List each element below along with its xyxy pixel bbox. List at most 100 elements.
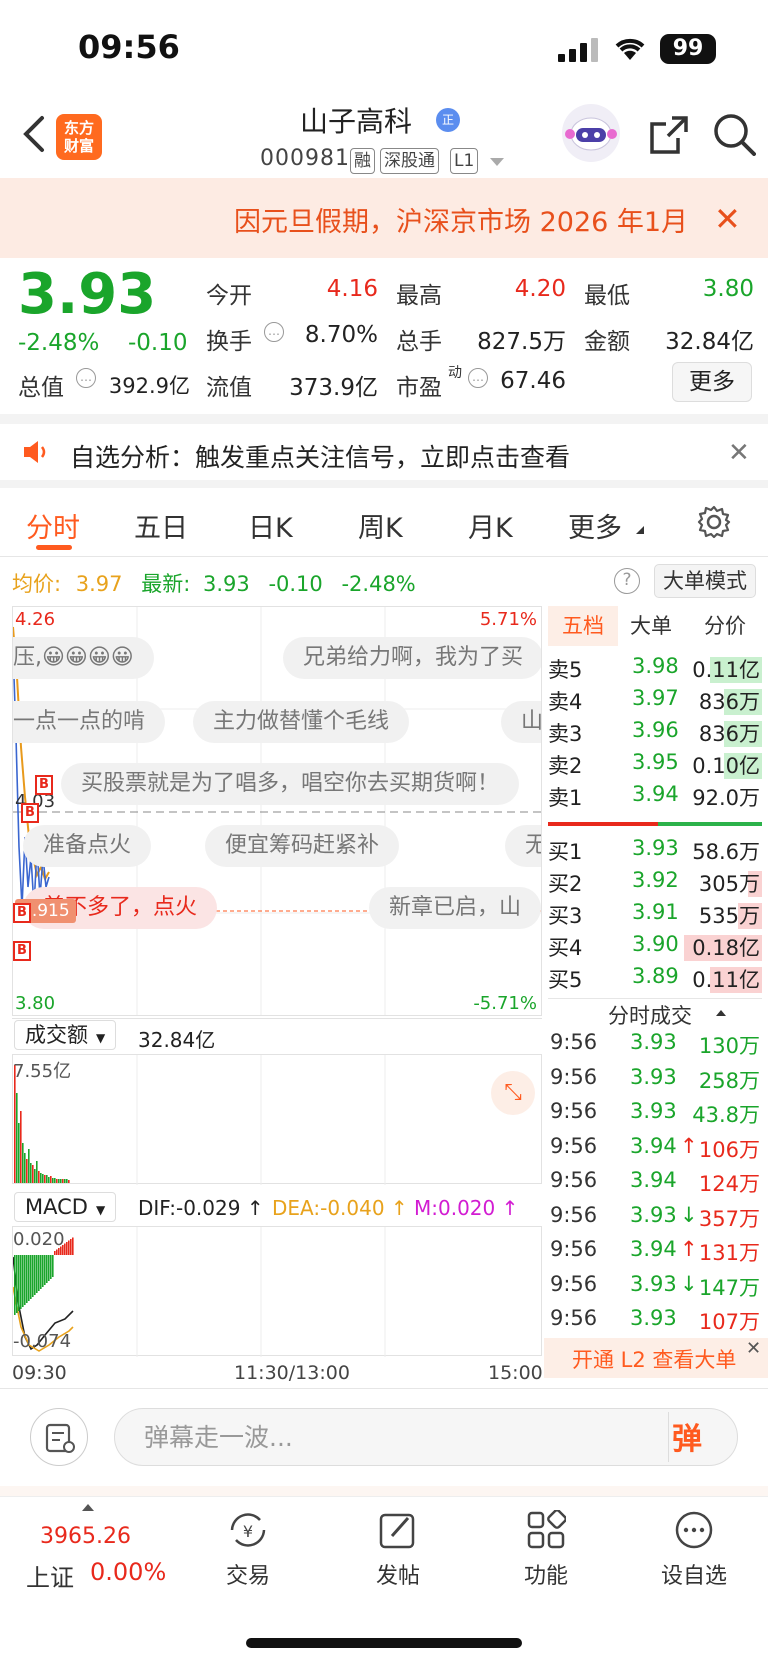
index-expand-icon[interactable] xyxy=(82,1504,94,1511)
ask-label: 卖4 xyxy=(548,690,583,714)
danmu-send-button[interactable]: 弹 xyxy=(672,1414,722,1460)
tab-price-distribution[interactable]: 分价 xyxy=(704,606,746,646)
macd-indicator-label: MACD xyxy=(25,1195,88,1219)
macd-chart[interactable]: 0.020 -0.074 xyxy=(12,1226,542,1357)
notice-close-icon[interactable]: ✕ xyxy=(728,438,750,468)
volume-indicator-select[interactable]: 成交额 ▼ xyxy=(14,1020,117,1050)
post-edit-icon[interactable] xyxy=(378,1510,418,1550)
ask-volume: 836万 xyxy=(698,722,760,746)
tick-price: 3.93 xyxy=(630,1030,677,1054)
bid-price: 3.93 xyxy=(632,836,679,860)
bid-label: 买3 xyxy=(548,904,583,928)
nav-functions[interactable]: 功能 xyxy=(504,1558,588,1590)
notice-text[interactable]: 自选分析：触发重点关注信号，立即点击查看 xyxy=(70,438,570,474)
ask-row: 卖4 3.97 836万 xyxy=(548,686,762,718)
gear-icon[interactable] xyxy=(696,504,732,540)
bid-price: 3.90 xyxy=(632,932,679,956)
macd-indicator-select[interactable]: MACD ▼ xyxy=(14,1192,117,1222)
back-arrow-icon[interactable] xyxy=(18,112,50,156)
bid-price: 3.92 xyxy=(632,868,679,892)
banner-text: 因元旦假期，沪深京市场 2026 年1月 xyxy=(234,207,689,238)
tick-list-collapse-icon[interactable] xyxy=(716,1010,726,1016)
logo-line2: 财富 xyxy=(63,137,94,155)
index-change[interactable]: 0.00% xyxy=(90,1558,166,1586)
intraday-chart[interactable]: 4.26 5.71% 4.03 3.80 -5.71% 压,😀😀😀😀 兄弟给力啊… xyxy=(12,606,542,1016)
macd-bar xyxy=(28,1255,30,1301)
divider xyxy=(0,1388,768,1389)
nav-post[interactable]: 发帖 xyxy=(356,1558,440,1590)
ai-assistant-avatar[interactable] xyxy=(562,104,620,162)
tick-arrow: ↓ xyxy=(680,1202,698,1227)
tick-list-title[interactable]: 分时成交 xyxy=(608,1000,692,1030)
share-icon[interactable] xyxy=(648,114,690,156)
trade-icon[interactable]: ¥ xyxy=(226,1510,270,1550)
danmu-bubble: 便宜筹码赶紧补 xyxy=(205,825,400,867)
banner-close-icon[interactable]: ✕ xyxy=(714,200,741,238)
danmu-settings-icon[interactable] xyxy=(30,1408,88,1466)
index-value[interactable]: 3965.26 xyxy=(40,1524,131,1549)
volume-bar xyxy=(60,1179,62,1183)
pe-info-icon[interactable]: … xyxy=(468,368,488,388)
tab-intraday[interactable]: 分时 xyxy=(26,506,80,545)
volume-bars xyxy=(14,1055,386,1185)
l2-promo-close-icon[interactable]: ✕ xyxy=(746,1338,761,1359)
tab-more[interactable]: 更多 xyxy=(568,506,622,545)
amount-label: 金额 xyxy=(584,329,630,355)
tab-five-day[interactable]: 五日 xyxy=(134,506,188,545)
divider xyxy=(0,480,768,488)
volume-chart[interactable]: 7.55亿 ⤡ xyxy=(12,1054,542,1185)
battery-icon: 99 xyxy=(660,34,716,64)
more-circle-icon[interactable] xyxy=(674,1510,714,1550)
ask-row: 卖1 3.94 92.0万 xyxy=(548,782,762,814)
index-name[interactable]: 上证 xyxy=(26,1558,74,1593)
ask-volume: 0.10亿 xyxy=(692,754,760,778)
volume-bar xyxy=(64,1179,66,1183)
tick-time: 9:56 xyxy=(550,1133,598,1158)
volume-bar xyxy=(38,1171,40,1183)
volume-bar xyxy=(26,1159,28,1183)
cellular-signal-icon xyxy=(558,38,598,62)
low-value: 3.80 xyxy=(702,276,754,302)
tab-monthly-k[interactable]: 月K xyxy=(468,506,513,545)
bid-price: 3.91 xyxy=(632,900,679,924)
tick-row: 9:56 3.94 ↑ 106万 xyxy=(548,1134,762,1168)
divider xyxy=(668,1412,669,1462)
stock-code: 000981 xyxy=(260,146,350,171)
volume-bar xyxy=(54,1178,56,1183)
eastmoney-logo[interactable]: 东方 财富 xyxy=(56,114,102,160)
time-axis-midday: 11:30/13:00 xyxy=(234,1362,350,1384)
volume-bar xyxy=(30,1163,32,1183)
expand-chart-icon[interactable]: ⤡ xyxy=(491,1071,535,1115)
l2-promo-text[interactable]: 开通 L2 查看大单 xyxy=(572,1344,736,1374)
nav-trade[interactable]: 交易 xyxy=(206,1558,290,1590)
tick-price: 3.94 xyxy=(630,1237,677,1261)
tab-more-caret-icon xyxy=(636,526,644,534)
help-icon[interactable]: ? xyxy=(614,568,640,594)
volume-bar xyxy=(36,1161,38,1183)
macd-histogram xyxy=(13,1227,386,1357)
tab-five-levels[interactable]: 五档 xyxy=(548,606,618,646)
stock-switch-dropdown-icon[interactable] xyxy=(490,158,504,166)
macd-bar xyxy=(72,1237,74,1255)
tab-big-orders[interactable]: 大单 xyxy=(630,606,672,646)
nav-add-watchlist[interactable]: 设自选 xyxy=(650,1558,738,1590)
tab-daily-k[interactable]: 日K xyxy=(248,506,293,545)
more-quote-button[interactable]: 更多 xyxy=(672,362,752,402)
danmu-bubble: 新章已启，山 xyxy=(369,887,541,929)
macd-bar xyxy=(38,1255,40,1291)
tick-row: 9:56 3.94 124万 xyxy=(548,1168,762,1202)
search-icon[interactable] xyxy=(712,112,756,156)
grid-apps-icon[interactable] xyxy=(526,1510,566,1550)
tab-weekly-k[interactable]: 周K xyxy=(358,506,403,545)
turnover-info-icon[interactable]: … xyxy=(264,322,284,342)
pe-label: 市盈 xyxy=(396,375,442,401)
wifi-icon xyxy=(615,38,645,60)
big-order-mode-button[interactable]: 大单模式 xyxy=(654,564,756,598)
time-axis-close: 15:00 xyxy=(488,1362,543,1384)
tag-margin: 融 xyxy=(350,148,375,174)
bid-label: 买4 xyxy=(548,936,583,960)
danmu-input-placeholder[interactable]: 弹幕走一波... xyxy=(144,1418,293,1454)
macd-bar xyxy=(36,1255,38,1293)
mktcap-info-icon[interactable]: … xyxy=(76,368,96,388)
danmu-bubble: 兄弟给力啊，我为了买 xyxy=(283,637,541,679)
